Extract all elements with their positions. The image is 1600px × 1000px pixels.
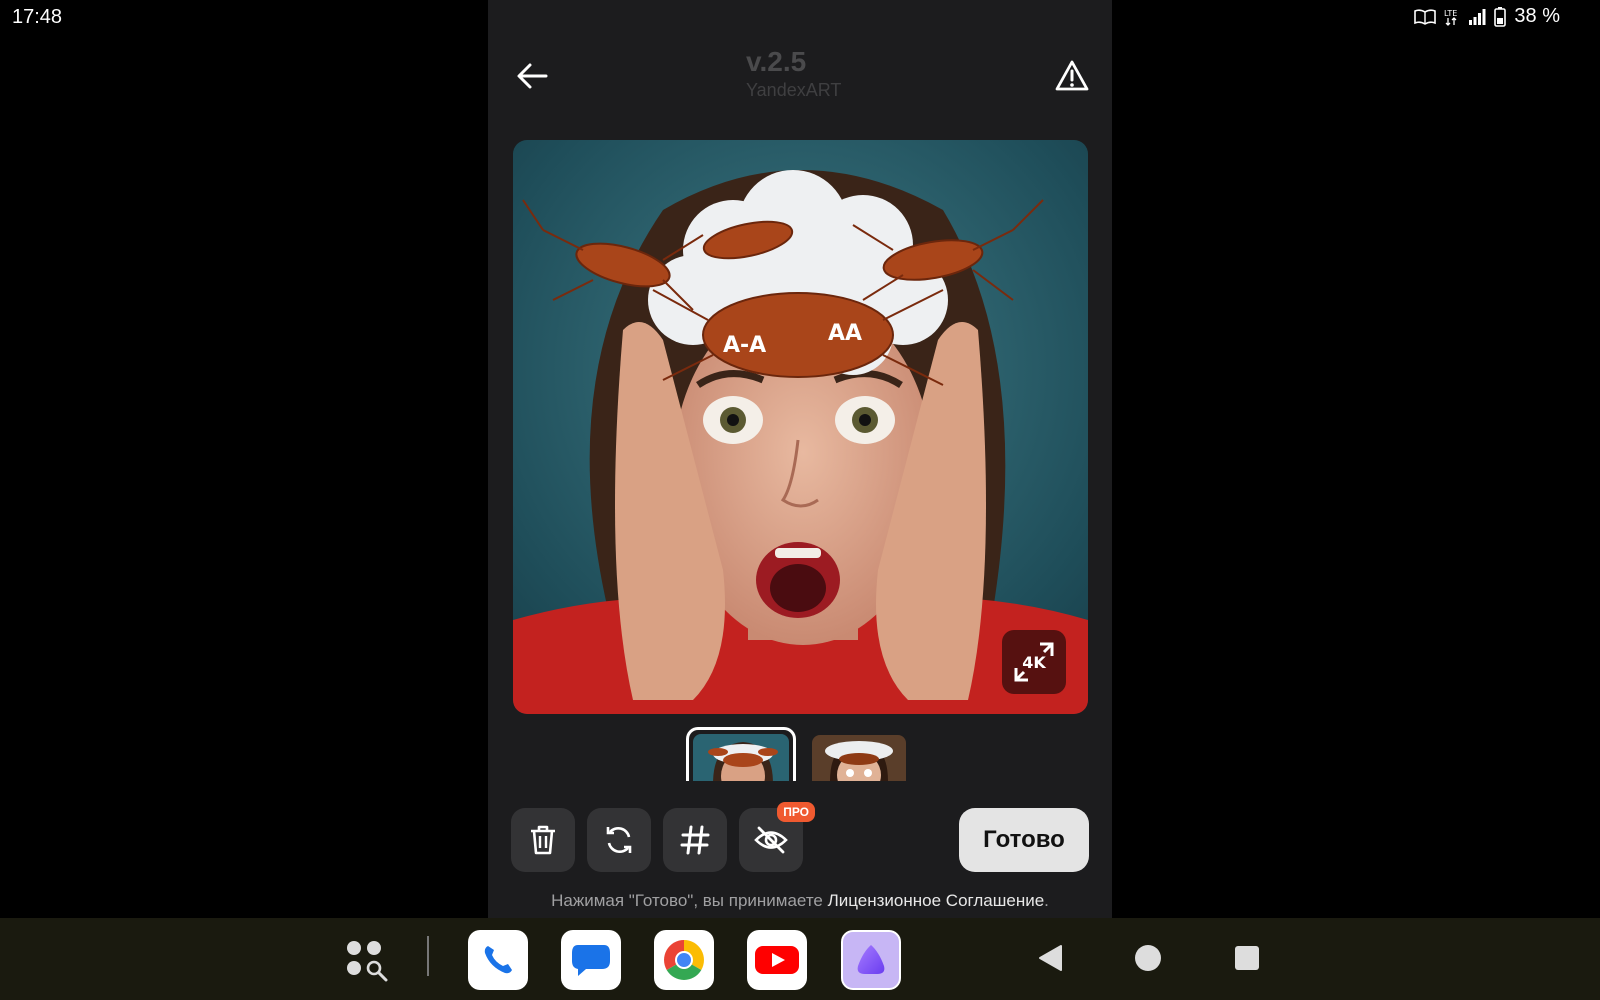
license-suffix: . (1044, 891, 1049, 910)
reader-mode-icon (1414, 8, 1437, 25)
variant-thumbnail-2[interactable] (812, 735, 906, 781)
done-button[interactable]: Готово (959, 808, 1089, 872)
thumbnail-2-art (812, 735, 906, 781)
back-button[interactable] (512, 56, 552, 96)
variant-thumbnail-1[interactable] (686, 727, 796, 781)
signal-icon (1468, 8, 1486, 26)
home-nav-icon (1135, 945, 1161, 971)
nav-back-button[interactable] (1032, 940, 1068, 976)
hashtag-button[interactable] (663, 808, 727, 872)
svg-text:A-A: A-A (723, 333, 766, 358)
version-label: v.2.5 (746, 46, 807, 77)
svg-text:LTE: LTE (1444, 9, 1457, 18)
upscale-4k-button[interactable]: 4K (1002, 630, 1066, 694)
youtube-app-icon (755, 946, 799, 974)
youtube-app[interactable] (747, 930, 807, 990)
phone-app-icon (484, 946, 512, 974)
thumbnail-1-art (693, 734, 789, 781)
back-nav-icon (1039, 945, 1062, 971)
hide-eye-icon (754, 826, 788, 854)
nav-recents-button[interactable] (1229, 940, 1265, 976)
trash-icon (531, 825, 555, 855)
license-prefix: Нажимая "Готово", вы принимаете (551, 891, 828, 910)
status-time: 17:48 (12, 6, 63, 28)
messages-app[interactable] (561, 930, 621, 990)
dock-divider (427, 936, 429, 976)
apps-search-icon (347, 941, 388, 982)
alice-app-icon (857, 945, 885, 974)
app-launcher-button[interactable] (344, 936, 390, 982)
battery-icon (1494, 6, 1507, 27)
alice-app[interactable] (841, 930, 901, 990)
delete-button[interactable] (511, 808, 575, 872)
chrome-app-icon (664, 940, 704, 980)
back-arrow-icon (517, 63, 548, 89)
report-button[interactable] (1052, 56, 1092, 96)
nav-home-button[interactable] (1130, 940, 1166, 976)
lte-icon: LTE (1444, 8, 1460, 26)
regenerate-button[interactable] (587, 808, 651, 872)
model-label: YandexART (746, 80, 842, 100)
hide-button[interactable]: ПРО (739, 802, 815, 872)
chrome-app[interactable] (654, 930, 714, 990)
hashtag-icon (680, 825, 710, 855)
license-agreement-link[interactable]: Лицензионное Соглашение (828, 891, 1045, 910)
license-notice: Нажимая "Готово", вы принимаете Лицензио… (488, 891, 1112, 911)
generated-image[interactable]: A-A AA 4K (513, 140, 1088, 714)
app-panel: v.2.5 YandexART A-A AA 4K ПРО Готово Наж… (488, 0, 1112, 918)
messages-app-icon (572, 945, 610, 976)
svg-text:4K: 4K (1022, 653, 1046, 672)
phone-app[interactable] (468, 930, 528, 990)
title-block: v.2.5 YandexART (746, 46, 841, 101)
svg-text:AA: AA (828, 321, 862, 346)
pro-badge: ПРО (777, 802, 815, 822)
battery-percent: 38 % (1514, 5, 1560, 27)
regenerate-icon (606, 827, 632, 853)
generated-image-art: A-A AA (513, 140, 1088, 714)
navigation-bar (0, 918, 1600, 1000)
status-icons: LTE 38 % (1414, 5, 1560, 28)
expand-4k-icon: 4K (1014, 642, 1054, 682)
recents-nav-icon (1235, 946, 1259, 970)
warning-icon (1055, 60, 1089, 91)
